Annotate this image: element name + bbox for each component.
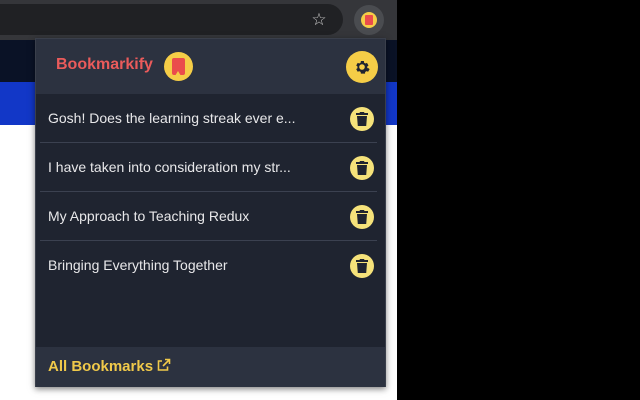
- trash-icon: [356, 210, 368, 224]
- external-link-icon: [157, 358, 171, 371]
- delete-button[interactable]: [350, 107, 374, 131]
- trash-icon: [356, 259, 368, 273]
- bookmarkify-extension-button[interactable]: [354, 5, 384, 35]
- bookmark-mark: [365, 15, 373, 25]
- list-item: My Approach to Teaching Redux: [40, 192, 377, 241]
- trash-icon: [356, 161, 368, 175]
- list-item: I have taken into consideration my str..…: [40, 143, 377, 192]
- trash-icon: [356, 112, 368, 126]
- brand-title: Bookmarkify: [56, 56, 153, 73]
- bookmark-list: Gosh! Does the learning streak ever e...…: [36, 94, 385, 290]
- extension-popup: Bookmarkify Gosh! Does the learning stre…: [35, 38, 386, 387]
- address-bar[interactable]: [0, 4, 343, 35]
- bookmark-title[interactable]: Bringing Everything Together: [48, 257, 310, 273]
- delete-button[interactable]: [350, 254, 374, 278]
- all-bookmarks-link[interactable]: All Bookmarks: [48, 358, 171, 375]
- popup-footer: All Bookmarks: [36, 347, 385, 387]
- list-item: Gosh! Does the learning streak ever e...: [40, 94, 377, 143]
- bookmark-logo-icon: [164, 52, 193, 81]
- bookmark-title[interactable]: Gosh! Does the learning streak ever e...: [48, 110, 310, 126]
- delete-button[interactable]: [350, 205, 374, 229]
- bookmark-title[interactable]: I have taken into consideration my str..…: [48, 159, 310, 175]
- delete-button[interactable]: [350, 156, 374, 180]
- star-outline-icon[interactable]: ☆: [309, 10, 329, 30]
- gear-icon: [356, 61, 370, 74]
- bookmark-title[interactable]: My Approach to Teaching Redux: [48, 208, 310, 224]
- browser-toolbar: ☆: [0, 0, 397, 40]
- popup-header: Bookmarkify: [36, 39, 385, 94]
- list-item: Bringing Everything Together: [40, 241, 377, 290]
- settings-button[interactable]: [346, 51, 378, 83]
- all-bookmarks-label: All Bookmarks: [48, 358, 154, 375]
